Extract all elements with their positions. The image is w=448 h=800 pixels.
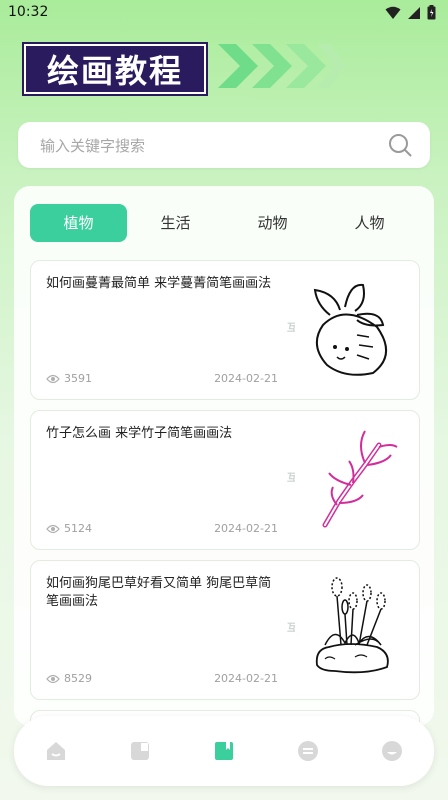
nav-tutorials[interactable] <box>204 731 244 771</box>
bamboo-drawing-thumbnail <box>295 425 405 535</box>
page-title-block: 绘画教程 <box>22 42 208 96</box>
menu-icon <box>298 741 318 761</box>
eye-icon <box>46 674 60 683</box>
search-bar <box>18 122 430 168</box>
eye-icon <box>46 524 60 533</box>
home-icon <box>47 742 65 760</box>
wifi-icon <box>385 6 401 19</box>
view-count-value: 5124 <box>64 522 92 535</box>
status-bar: 10:32 <box>0 0 448 26</box>
chevron-decoration-icon <box>218 44 346 88</box>
view-count: 5124 <box>46 522 92 535</box>
eye-icon <box>46 374 60 383</box>
tab-plants[interactable]: 植物 <box>30 204 127 242</box>
view-count-value: 3591 <box>64 372 92 385</box>
tutorial-card[interactable]: 如何画蔓菁最简单 来学蔓菁简笔画画法 3591 2024-02-21 互周 <box>30 260 420 400</box>
status-time: 10:32 <box>8 4 49 20</box>
nav-profile[interactable] <box>372 731 412 771</box>
card-title: 竹子怎么画 来学竹子简笔画画法 <box>46 426 233 441</box>
tab-life[interactable]: 生活 <box>127 204 224 242</box>
grid-icon <box>131 742 149 760</box>
view-count: 8529 <box>46 672 92 685</box>
book-icon <box>215 742 233 760</box>
card-meta: 3591 2024-02-21 <box>46 372 278 385</box>
tutorial-card[interactable]: 如何画狗尾巴草好看又简单 狗尾巴草简笔画画法 8529 2024-02-21 互… <box>30 560 420 700</box>
view-count-value: 8529 <box>64 672 92 685</box>
smile-icon <box>382 741 402 761</box>
card-date: 2024-02-21 <box>214 672 278 685</box>
page-title: 绘画教程 <box>26 46 204 92</box>
tab-people[interactable]: 人物 <box>321 204 418 242</box>
search-input[interactable] <box>38 132 372 160</box>
card-title: 如何画蔓菁最简单 来学蔓菁简笔画画法 <box>46 276 272 291</box>
card-meta: 5124 2024-02-21 <box>46 522 278 535</box>
signal-icon <box>408 6 420 19</box>
nav-grid[interactable] <box>120 731 160 771</box>
tutorial-card[interactable]: 竹子怎么画 来学竹子简笔画画法 5124 2024-02-21 互周 <box>30 410 420 550</box>
bottom-navigation <box>14 716 434 786</box>
tab-animals[interactable]: 动物 <box>224 204 321 242</box>
card-date: 2024-02-21 <box>214 522 278 535</box>
search-icon[interactable] <box>388 133 412 157</box>
content-panel: 植物 生活 动物 人物 如何画蔓菁最简单 来学蔓菁简笔画画法 3591 2024… <box>14 186 434 726</box>
card-date: 2024-02-21 <box>214 372 278 385</box>
view-count: 3591 <box>46 372 92 385</box>
status-icons <box>385 5 436 20</box>
turnip-drawing-thumbnail <box>295 275 405 385</box>
battery-icon <box>427 5 436 20</box>
nav-menu[interactable] <box>288 731 328 771</box>
card-title: 如何画狗尾巴草好看又简单 狗尾巴草简笔画画法 <box>46 576 272 609</box>
card-meta: 8529 2024-02-21 <box>46 672 278 685</box>
foxtail-grass-drawing-thumbnail <box>295 575 405 685</box>
nav-home[interactable] <box>36 731 76 771</box>
category-tabs: 植物 生活 动物 人物 <box>30 204 418 242</box>
